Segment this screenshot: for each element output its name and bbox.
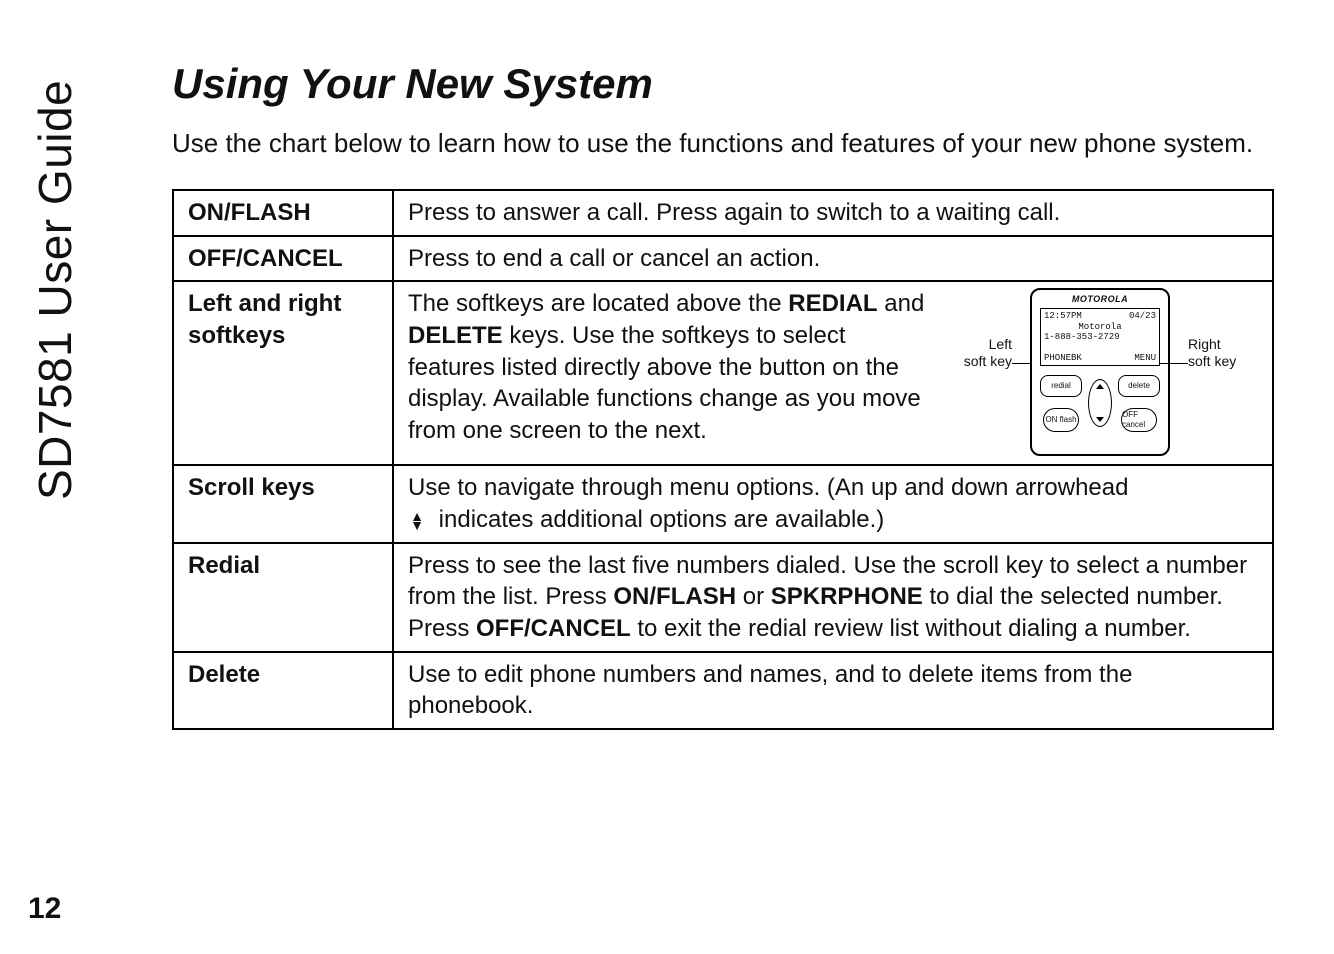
phone-keys: redial delete ON flash OFF cancel <box>1040 372 1160 434</box>
key-redial: redial <box>1040 375 1082 397</box>
row-label-delete: Delete <box>173 652 393 729</box>
arrowhead-icon: ▲▼ <box>408 512 426 529</box>
phone-screen: 12:57PM 04/23 Motorola 1-888-353-2729 PH… <box>1040 308 1160 366</box>
row-desc-softkeys: Left soft key MOTOROLA 12:57PM 04/23 <box>393 281 1273 465</box>
key-off-cancel: OFF cancel <box>1121 408 1157 432</box>
row-desc-redial: Press to see the last five numbers diale… <box>393 543 1273 652</box>
side-product-label: SD7581 User Guide <box>28 80 82 500</box>
key-delete: delete <box>1118 375 1160 397</box>
screen-soft-right: MENU <box>1134 353 1156 363</box>
diagram-left-line1: Left <box>989 336 1012 352</box>
screen-time: 12:57PM <box>1044 311 1082 321</box>
softkeys-kw-delete: DELETE <box>408 322 503 349</box>
phone-illustration: MOTOROLA 12:57PM 04/23 Motorola 1-888-35… <box>1030 288 1170 456</box>
diagram-right-line1: Right <box>1188 336 1221 352</box>
diagram-right-label: Right soft key <box>1188 336 1260 370</box>
softkeys-text-mid1: and <box>878 290 925 317</box>
redial-post: to exit the redial review list without d… <box>631 615 1191 642</box>
redial-kw-onflash: ON/FLASH <box>613 583 736 610</box>
phone-brand: MOTOROLA <box>1032 294 1168 306</box>
table-row: Scroll keys Use to navigate through menu… <box>173 465 1273 542</box>
row-label-softkeys: Left and right softkeys <box>173 281 393 465</box>
softkey-diagram: Left soft key MOTOROLA 12:57PM 04/23 <box>940 288 1260 458</box>
screen-soft-left: PHONEBK <box>1044 353 1082 363</box>
diagram-left-line2: soft key <box>964 353 1012 369</box>
redial-mid1: or <box>736 583 771 610</box>
scroll-line1: Use to navigate through menu options. (A… <box>408 474 1128 501</box>
diagram-left-label: Left soft key <box>940 336 1012 370</box>
feature-table: ON/FLASH Press to answer a call. Press a… <box>172 189 1274 730</box>
scroll-line2: indicates additional options are availab… <box>432 506 884 533</box>
softkeys-text-pre: The softkeys are located above the <box>408 290 788 317</box>
table-row: OFF/CANCEL Press to end a call or cancel… <box>173 236 1273 282</box>
table-row: Redial Press to see the last five number… <box>173 543 1273 652</box>
content-area: Using Your New System Use the chart belo… <box>172 60 1274 730</box>
row-label-scroll: Scroll keys <box>173 465 393 542</box>
row-desc-delete: Use to edit phone numbers and names, and… <box>393 652 1273 729</box>
row-label-offcancel: OFF/CANCEL <box>173 236 393 282</box>
row-label-onflash: ON/FLASH <box>173 190 393 236</box>
page-title: Using Your New System <box>172 60 1274 108</box>
screen-date: 04/23 <box>1129 311 1156 321</box>
page-number: 12 <box>28 892 61 926</box>
row-desc-scroll: Use to navigate through menu options. (A… <box>393 465 1273 542</box>
redial-kw-offcancel: OFF/CANCEL <box>476 615 631 642</box>
key-on-flash: ON flash <box>1043 408 1079 432</box>
table-row: ON/FLASH Press to answer a call. Press a… <box>173 190 1273 236</box>
intro-paragraph: Use the chart below to learn how to use … <box>172 126 1274 161</box>
row-desc-onflash: Press to answer a call. Press again to s… <box>393 190 1273 236</box>
screen-number: 1-888-353-2729 <box>1044 332 1156 342</box>
screen-name: Motorola <box>1044 322 1156 332</box>
row-desc-offcancel: Press to end a call or cancel an action. <box>393 236 1273 282</box>
diagram-lead-right <box>1160 363 1188 364</box>
redial-kw-spkrphone: SPKRPHONE <box>771 583 923 610</box>
table-row: Left and right softkeys Left soft key MO… <box>173 281 1273 465</box>
softkeys-kw-redial: REDIAL <box>788 290 877 317</box>
table-row: Delete Use to edit phone numbers and nam… <box>173 652 1273 729</box>
row-label-redial: Redial <box>173 543 393 652</box>
key-nav <box>1088 379 1112 427</box>
diagram-right-line2: soft key <box>1188 353 1236 369</box>
